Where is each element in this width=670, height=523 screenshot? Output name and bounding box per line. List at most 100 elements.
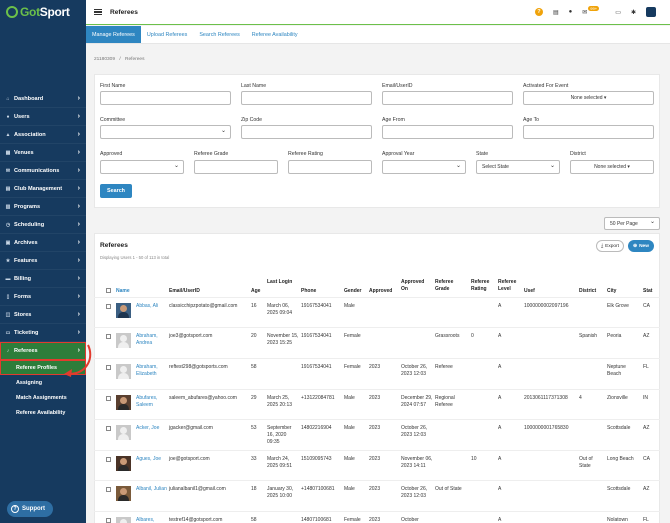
column-header-state[interactable]: Stat bbox=[643, 288, 652, 295]
settings-icon[interactable]: ✱ bbox=[631, 9, 636, 16]
sidebar-item-scheduling[interactable]: ◷ Scheduling › bbox=[0, 216, 86, 234]
email-input[interactable] bbox=[382, 91, 513, 105]
activated-select[interactable]: None selected ▾ bbox=[523, 91, 654, 105]
mail-icon[interactable]: ✉ 99+ bbox=[582, 5, 600, 16]
sidebar-subitem-referee-availability[interactable]: Referee Availability bbox=[0, 405, 86, 420]
row-checkbox[interactable] bbox=[106, 365, 111, 370]
column-header-phone[interactable]: Phone bbox=[301, 288, 316, 295]
column-header-city[interactable]: City bbox=[607, 288, 616, 295]
avatar[interactable] bbox=[646, 7, 656, 17]
row-checkbox[interactable] bbox=[106, 396, 111, 401]
new-button[interactable]: ⊕ New bbox=[628, 240, 654, 252]
clipboard-icon[interactable]: ▤ bbox=[553, 9, 559, 16]
column-header-gender[interactable]: Gender bbox=[344, 288, 362, 295]
cell-age: 18 bbox=[251, 486, 257, 492]
support-button[interactable]: ? Support bbox=[7, 501, 53, 517]
export-button[interactable]: ⤓ Export bbox=[596, 240, 624, 252]
sidebar-item-billing[interactable]: ▬ Billing › bbox=[0, 270, 86, 288]
cell-email: saleem_abufares@yahoo.com bbox=[169, 395, 237, 401]
chevron-right-icon: › bbox=[77, 149, 80, 156]
first-name-label: First Name bbox=[100, 83, 126, 89]
sidebar-item-users[interactable]: ● Users › bbox=[0, 108, 86, 126]
sidebar-item-stores[interactable]: ◫ Stores › bbox=[0, 306, 86, 324]
sidebar: GotSport ⌂ Dashboard › ● Users › ▲ Association ›… bbox=[0, 0, 86, 523]
sidebar-item-dashboard[interactable]: ⌂ Dashboard › bbox=[0, 90, 86, 108]
first-name-input[interactable] bbox=[100, 91, 231, 105]
zip-input[interactable] bbox=[241, 125, 372, 139]
column-header-approved-on[interactable]: Approved On bbox=[401, 279, 431, 293]
cell-age: 16 bbox=[251, 303, 257, 309]
top-bar: Referees ? ▤ ● ✉ 99+ ▭ ✱ bbox=[86, 0, 670, 25]
cell-login: March 24, 2025 09:51 bbox=[267, 456, 293, 469]
sidebar-item-archives[interactable]: ▣ Archives › bbox=[0, 234, 86, 252]
tab-upload-referees[interactable]: Upload Referees bbox=[141, 26, 193, 43]
column-header-approved[interactable]: Approved bbox=[369, 288, 392, 295]
referee-name-link[interactable]: Abbas, Ali bbox=[136, 303, 168, 310]
approval-year-select[interactable] bbox=[382, 160, 466, 174]
cell-city: Long Beach bbox=[607, 456, 634, 462]
help-icon[interactable]: ? bbox=[534, 8, 543, 16]
sidebar-subitem-match-assignments[interactable]: Match Assignments bbox=[0, 390, 86, 405]
tab-search-referees[interactable]: Search Referees bbox=[193, 26, 245, 43]
sidebar-item-referees[interactable]: ♪ Referees › bbox=[0, 342, 86, 360]
last-name-input[interactable] bbox=[241, 91, 372, 105]
row-checkbox[interactable] bbox=[106, 518, 111, 523]
chat-icon[interactable]: ▭ bbox=[615, 9, 621, 16]
sidebar-item-programs[interactable]: ▥ Programs › bbox=[0, 198, 86, 216]
sidebar-item-ticketing[interactable]: ▭ Ticketing › bbox=[0, 324, 86, 342]
column-header-rating[interactable]: Referee Rating bbox=[471, 279, 495, 293]
age-to-input[interactable] bbox=[523, 125, 654, 139]
tab-manage-referees[interactable]: Manage Referees bbox=[86, 26, 141, 43]
gotsport-logo[interactable]: GotSport bbox=[0, 0, 86, 24]
row-checkbox[interactable] bbox=[106, 334, 111, 339]
table-row bbox=[94, 480, 660, 511]
sidebar-item-forms[interactable]: ▯ Forms › bbox=[0, 288, 86, 306]
age-from-input[interactable] bbox=[382, 125, 513, 139]
referee-name-link[interactable]: Abufares, Saleem bbox=[136, 395, 168, 409]
sidebar-item-association[interactable]: ▲ Association › bbox=[0, 126, 86, 144]
grade-input[interactable] bbox=[194, 160, 278, 174]
sidebar-item-label: Club Management bbox=[14, 185, 63, 192]
select-all-checkbox[interactable] bbox=[106, 288, 111, 293]
referee-name-link[interactable]: Albanil, Julian bbox=[136, 486, 168, 493]
user-icon[interactable]: ● bbox=[569, 9, 573, 15]
rating-input[interactable] bbox=[288, 160, 372, 174]
sidebar-item-features[interactable]: ★ Features › bbox=[0, 252, 86, 270]
tab-referee-availability[interactable]: Referee Availability bbox=[246, 26, 304, 43]
cell-email: joe3@gotsport.com bbox=[169, 333, 213, 339]
column-header-age[interactable]: Age bbox=[251, 288, 260, 295]
cell-usef: 1000000002097196 bbox=[524, 303, 569, 309]
column-header-usef[interactable]: Usef bbox=[524, 288, 535, 295]
district-select[interactable]: None selected ▾ bbox=[570, 160, 654, 174]
state-select[interactable]: Select State bbox=[476, 160, 560, 174]
sidebar-subitem-referee-profiles[interactable]: Referee Profiles bbox=[0, 360, 86, 375]
sidebar-item-club-management[interactable]: ▤ Club Management › bbox=[0, 180, 86, 198]
breadcrumb-id[interactable]: 21180309 bbox=[94, 57, 115, 62]
column-header-level[interactable]: Referee Level bbox=[498, 279, 522, 293]
committee-select[interactable] bbox=[100, 125, 231, 139]
row-checkbox[interactable] bbox=[106, 304, 111, 309]
per-page-select[interactable]: 50 Per Page bbox=[604, 217, 660, 230]
row-checkbox[interactable] bbox=[106, 426, 111, 431]
referee-name-link[interactable]: Albares, bbox=[136, 517, 168, 523]
referee-name-link[interactable]: Abraham, Elizabeth bbox=[136, 364, 168, 378]
cell-gender: Male bbox=[344, 486, 355, 492]
column-header-name[interactable]: Name bbox=[116, 288, 130, 295]
column-header-last-login[interactable]: Last Login bbox=[267, 279, 297, 286]
sidebar-item-venues[interactable]: ▦ Venues › bbox=[0, 144, 86, 162]
referee-name-link[interactable]: Abraham, Andrea bbox=[136, 333, 168, 347]
row-checkbox[interactable] bbox=[106, 457, 111, 462]
sidebar-item-communications[interactable]: ✉ Communications › bbox=[0, 162, 86, 180]
referee-name-link[interactable]: Agues, Joe bbox=[136, 456, 168, 463]
cell-phone: +13122084781 bbox=[301, 395, 335, 401]
column-header-email[interactable]: Email/UserID bbox=[169, 288, 200, 295]
search-button[interactable]: Search bbox=[100, 184, 132, 198]
row-checkbox[interactable] bbox=[106, 487, 111, 492]
column-header-district[interactable]: District bbox=[579, 288, 596, 295]
referee-name-link[interactable]: Acker, Joe bbox=[136, 425, 168, 432]
approved-select[interactable] bbox=[100, 160, 184, 174]
sidebar-item-label: Forms bbox=[14, 293, 32, 300]
sidebar-subitem-assigning[interactable]: Assigning bbox=[0, 375, 86, 390]
hamburger-menu-icon[interactable] bbox=[94, 8, 102, 16]
column-header-grade[interactable]: Referee Grade bbox=[435, 279, 465, 293]
